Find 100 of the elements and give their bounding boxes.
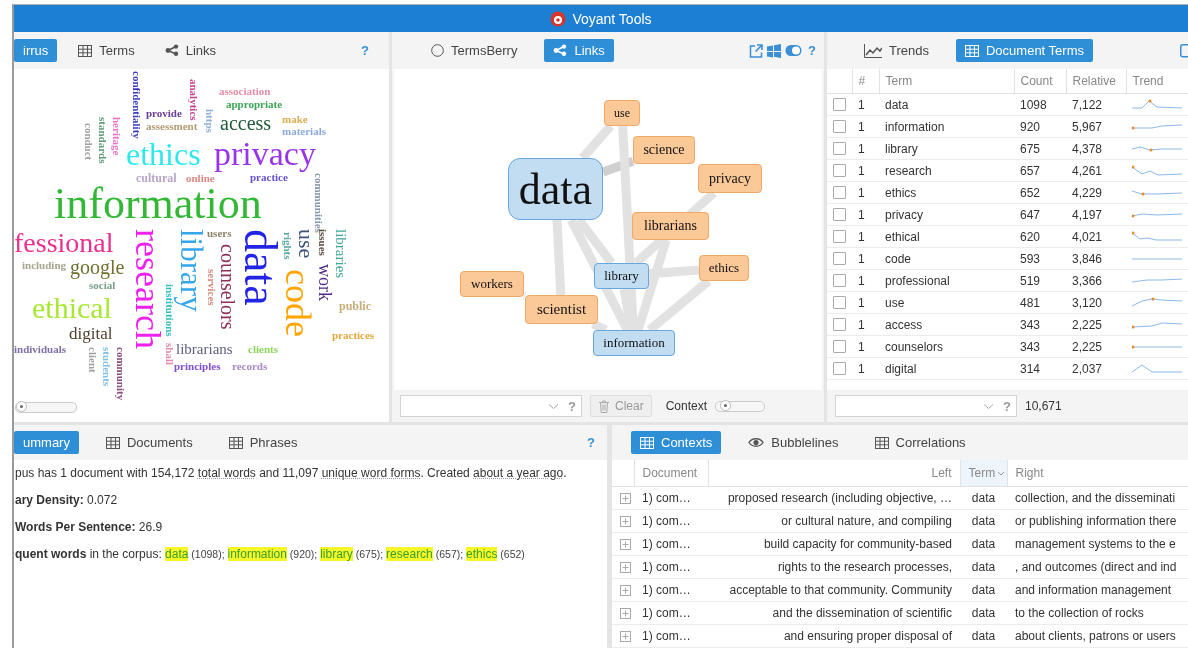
- tab[interactable]: Terms: [69, 39, 144, 62]
- cloud-word[interactable]: data: [240, 229, 280, 306]
- row-checkbox[interactable]: [833, 186, 846, 199]
- column-header[interactable]: Count: [1014, 69, 1066, 94]
- term-node[interactable]: ethics: [699, 255, 749, 281]
- cloud-word[interactable]: https: [205, 109, 215, 133]
- cloud-word[interactable]: use: [296, 229, 315, 259]
- term-node[interactable]: workers: [460, 271, 524, 297]
- term-node[interactable]: science: [633, 136, 695, 164]
- cloud-word[interactable]: analytics: [189, 79, 199, 121]
- term-field[interactable]: ?: [400, 395, 582, 417]
- tab[interactable]: Phrases: [219, 431, 307, 454]
- cloud-word[interactable]: information: [54, 185, 262, 223]
- row-checkbox[interactable]: [833, 318, 846, 331]
- cloud-word[interactable]: materials: [282, 127, 326, 137]
- row-checkbox[interactable]: [833, 296, 846, 309]
- cloud-word[interactable]: librarians: [176, 343, 233, 356]
- help-button[interactable]: ?: [568, 398, 576, 414]
- term-link[interactable]: ethics: [466, 547, 498, 561]
- cloud-word[interactable]: community: [116, 347, 126, 401]
- row-checkbox[interactable]: [833, 274, 846, 287]
- cloud-word[interactable]: assessment: [146, 122, 198, 132]
- tab[interactable]: TermsBerry: [422, 39, 527, 62]
- term-link[interactable]: information: [227, 547, 287, 561]
- row-checkbox[interactable]: [833, 120, 846, 133]
- cloud-word[interactable]: research: [132, 229, 163, 349]
- tab[interactable]: Trends: [855, 39, 938, 62]
- row-checkbox[interactable]: [833, 208, 846, 221]
- cloud-word[interactable]: practices: [332, 331, 375, 341]
- cloud-word[interactable]: libraries: [334, 229, 347, 279]
- cloud-word[interactable]: shall: [165, 343, 175, 365]
- cloud-word[interactable]: practice: [250, 173, 288, 183]
- help-button[interactable]: ?: [808, 43, 816, 58]
- column-header[interactable]: Right: [1007, 460, 1188, 487]
- row-checkbox[interactable]: [833, 252, 846, 265]
- tab[interactable]: Contexts: [631, 431, 722, 454]
- cloud-word[interactable]: online: [186, 174, 215, 184]
- cloud-word[interactable]: users: [207, 229, 232, 239]
- cloud-word[interactable]: individuals: [14, 345, 66, 355]
- cloud-word[interactable]: institutions: [165, 284, 175, 337]
- cloud-word[interactable]: access: [220, 115, 272, 133]
- cloud-word[interactable]: google: [70, 259, 125, 277]
- term-node[interactable]: librarians: [632, 212, 709, 240]
- tab[interactable]: ummary: [14, 431, 79, 454]
- cloud-word[interactable]: confidentiality: [132, 71, 142, 139]
- tab[interactable]: Correlations: [865, 431, 975, 454]
- cloud-word[interactable]: rights: [283, 232, 293, 260]
- tab[interactable]: irrus: [14, 39, 58, 62]
- cloud-word[interactable]: counselors: [219, 244, 237, 330]
- term-node[interactable]: scientist: [525, 295, 598, 324]
- row-checkbox[interactable]: [833, 98, 846, 111]
- cloud-word[interactable]: heritage: [112, 117, 122, 156]
- column-header[interactable]: Document: [634, 460, 708, 487]
- cloud-word[interactable]: social: [89, 281, 116, 291]
- cloud-word[interactable]: provide: [146, 109, 182, 119]
- cloud-word[interactable]: appropriate: [226, 100, 283, 110]
- cloud-word[interactable]: digital: [69, 327, 113, 342]
- row-checkbox[interactable]: [833, 340, 846, 353]
- tab[interactable]: Links: [544, 39, 614, 62]
- row-checkbox[interactable]: [833, 230, 846, 243]
- term-node[interactable]: information: [593, 330, 675, 356]
- row-checkbox[interactable]: [833, 362, 846, 375]
- term-node[interactable]: use: [604, 100, 640, 126]
- tab[interactable]: Document Terms: [956, 39, 1093, 62]
- column-header[interactable]: Term: [879, 69, 1014, 94]
- cloud-word[interactable]: services: [207, 269, 217, 306]
- term-node[interactable]: library: [594, 263, 649, 289]
- cloud-word[interactable]: public: [339, 301, 371, 312]
- tab[interactable]: Documents: [96, 431, 202, 454]
- tab[interactable]: Bubblelines: [739, 431, 848, 454]
- row-checkbox[interactable]: [833, 142, 846, 155]
- cloud-word[interactable]: make: [282, 115, 308, 125]
- term-field[interactable]: ?: [835, 395, 1017, 417]
- term-node[interactable]: data: [508, 158, 603, 220]
- term-node[interactable]: privacy: [698, 164, 762, 193]
- cloud-word[interactable]: conduct: [84, 123, 94, 161]
- slider-thumb[interactable]: [719, 399, 731, 411]
- column-header[interactable]: Left: [708, 460, 960, 487]
- cloud-word[interactable]: standards: [98, 117, 108, 164]
- cloud-word[interactable]: cultural: [136, 173, 177, 184]
- column-header[interactable]: Relative: [1066, 69, 1126, 94]
- cloud-word[interactable]: students: [102, 347, 112, 387]
- cloud-word[interactable]: principles: [174, 362, 221, 372]
- tab[interactable]: Links: [155, 39, 226, 62]
- cloud-word[interactable]: fessional: [14, 231, 114, 256]
- help-button[interactable]: ?: [587, 435, 595, 450]
- column-header[interactable]: #: [852, 69, 879, 94]
- term-link[interactable]: research: [386, 547, 433, 561]
- cloud-word[interactable]: code: [282, 269, 313, 337]
- row-checkbox[interactable]: [833, 164, 846, 177]
- slider[interactable]: [715, 400, 766, 412]
- slider-thumb[interactable]: [16, 401, 27, 412]
- cloud-word[interactable]: client: [88, 347, 98, 373]
- cloud-word[interactable]: records: [232, 362, 268, 372]
- cloud-word[interactable]: clients: [248, 345, 278, 355]
- column-header[interactable]: Trend: [1126, 69, 1188, 94]
- slider[interactable]: [15, 402, 77, 413]
- cloud-word[interactable]: work: [317, 264, 333, 301]
- cloud-word[interactable]: association: [219, 87, 271, 97]
- help-button[interactable]: ?: [361, 43, 369, 58]
